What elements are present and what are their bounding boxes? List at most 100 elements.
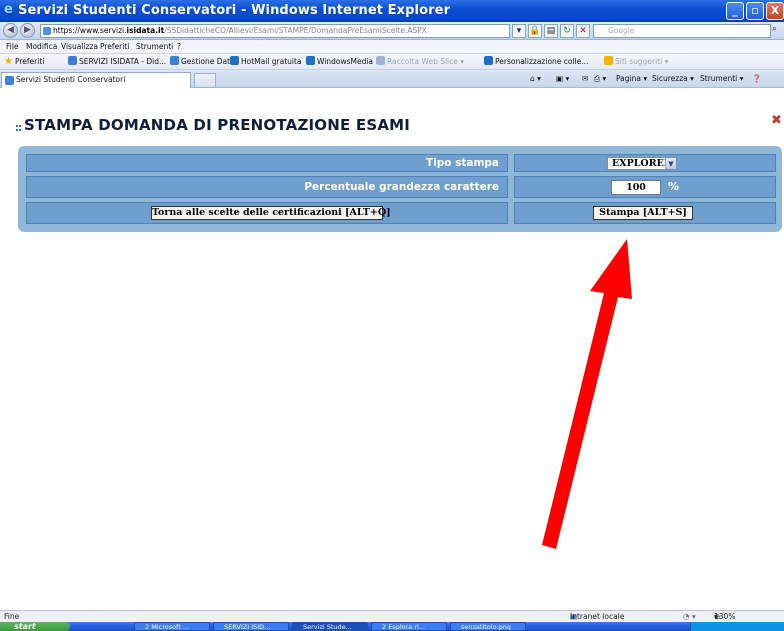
print-button-cell: Stampa [ALT+S] xyxy=(514,202,776,224)
fav-hotmail[interactable]: HotMail gratuita xyxy=(230,54,302,70)
msn-icon xyxy=(306,56,315,65)
taskbar-item[interactable]: senzatitolo.png xyxy=(450,622,526,631)
url-prefix: https://www.servizi. xyxy=(53,26,127,35)
back-icon[interactable]: ◀ xyxy=(3,23,18,38)
tab-servizi-studenti[interactable]: Servizi Studenti Conservatori xyxy=(1,72,191,88)
favorites-label: Preferiti xyxy=(14,57,45,66)
url-input[interactable]: https://www.servizi.isidata.it/SSDidatti… xyxy=(40,24,510,38)
window-title: Servizi Studenti Conservatori - Windows … xyxy=(18,3,451,18)
arrow-shape xyxy=(542,239,632,549)
compat-icon[interactable]: ▤ xyxy=(544,24,558,38)
command-security[interactable]: Sicurezza ▾ xyxy=(652,70,694,88)
menu-strumenti[interactable]: Strumenti xyxy=(136,40,173,54)
percent-sign: % xyxy=(668,180,680,193)
fav-label: SERVIZI ISIDATA - Did... xyxy=(79,57,167,66)
dropdown-icon[interactable]: ▾ xyxy=(512,24,526,38)
ie-page-icon xyxy=(376,56,385,65)
minimize-button[interactable]: _ xyxy=(726,2,744,20)
back-button-cell: Torna alle scelte delle certificazioni [… xyxy=(26,202,508,224)
print-form-panel: Tipo stampa EXPLORER ▼ Percentuale grand… xyxy=(18,146,782,232)
window-title-bar: e Servizi Studenti Conservatori - Window… xyxy=(0,0,784,22)
font-size-value-cell: 100 % xyxy=(514,176,776,198)
zone-label: Intranet locale xyxy=(570,612,625,621)
zoom-level: 130% xyxy=(714,612,736,621)
font-size-label-cell: Percentuale grandezza carattere xyxy=(26,176,508,198)
menu-file[interactable]: File xyxy=(6,40,19,54)
page-icon xyxy=(43,27,51,35)
taskbar-item[interactable]: SERVIZI ISID... xyxy=(213,622,289,631)
fav-personalizzazione[interactable]: Personalizzazione colle... xyxy=(484,54,588,70)
print-type-label: Tipo stampa xyxy=(425,157,499,169)
url-domain: isidata.it xyxy=(126,26,165,35)
msn-icon xyxy=(230,56,239,65)
font-size-label: Percentuale grandezza carattere xyxy=(304,181,499,193)
command-page[interactable]: Pagina ▾ xyxy=(616,70,647,88)
menu-preferiti[interactable]: Preferiti xyxy=(100,40,129,54)
fav-siti-suggeriti[interactable]: Siti suggeriti ▾ xyxy=(604,54,668,70)
command-tools[interactable]: Strumenti ▾ xyxy=(700,70,743,88)
forward-icon[interactable]: ▶ xyxy=(20,23,35,38)
heading-bullet-icon xyxy=(16,125,21,131)
close-page-icon[interactable]: ✖ xyxy=(771,113,782,128)
annotation-arrow xyxy=(542,239,632,549)
menu-visualizza[interactable]: Visualizza xyxy=(61,40,98,54)
address-bar: ◀ ▶ https://www.servizi.isidata.it/SSDid… xyxy=(0,22,784,40)
start-button[interactable]: start xyxy=(0,622,70,631)
search-input[interactable]: Google xyxy=(593,24,771,38)
taskbar-item[interactable]: 2 Esplora ri... xyxy=(371,622,447,631)
fav-windowsmedia[interactable]: WindowsMedia xyxy=(306,54,373,70)
favorites-button[interactable]: ★ Preferiti xyxy=(4,54,44,70)
fav-label: Gestione Dati xyxy=(181,57,233,66)
mail-icon[interactable]: ✉ xyxy=(582,70,588,88)
msn-icon xyxy=(484,56,493,65)
refresh-icon[interactable]: ↻ xyxy=(560,24,574,38)
new-tab-button[interactable] xyxy=(194,73,216,88)
print-type-select[interactable]: EXPLORER ▼ xyxy=(607,157,677,170)
menu-help[interactable]: ? xyxy=(177,40,181,54)
lock-icon[interactable]: 🔒 xyxy=(528,24,542,38)
fav-label: HotMail gratuita xyxy=(241,57,302,66)
status-text: Fine xyxy=(4,612,20,621)
home-icon[interactable]: ⌂ ▾ xyxy=(530,70,541,88)
maximize-button[interactable]: ▫ xyxy=(746,2,764,20)
print-type-value-cell: EXPLORER ▼ xyxy=(514,154,776,172)
fav-web-slice[interactable]: Raccolta Web Slice ▾ xyxy=(376,54,464,70)
page-title: STAMPA DOMANDA DI PRENOTAZIONE ESAMI xyxy=(24,116,411,134)
suggested-sites-icon xyxy=(604,56,613,65)
back-to-certifications-button[interactable]: Torna alle scelte delle certificazioni [… xyxy=(151,206,391,220)
system-tray xyxy=(690,622,784,631)
print-button[interactable]: Stampa [ALT+S] xyxy=(593,206,693,220)
print-icon[interactable]: ⎙ ▾ xyxy=(594,70,606,88)
fav-label: Siti suggeriti ▾ xyxy=(615,57,669,66)
taskbar-item-active[interactable]: Servizi Stude... xyxy=(292,622,368,631)
ie-logo-icon: e xyxy=(4,2,13,17)
favorites-bar: ★ Preferiti SERVIZI ISIDATA - Did... Gest… xyxy=(0,54,784,70)
tab-label: Servizi Studenti Conservatori xyxy=(16,75,126,84)
zoom-control[interactable]: ⊕ 130% ▾ xyxy=(714,611,735,622)
protected-mode-icon[interactable]: ◔ ▾ xyxy=(683,611,696,622)
star-icon: ★ xyxy=(4,56,13,67)
fav-label: Personalizzazione colle... xyxy=(495,57,589,66)
status-bar: Fine ▣ Intranet locale ◔ ▾ ⊕ 130% ▾ xyxy=(0,610,784,622)
fav-gestione-dati[interactable]: Gestione Dati xyxy=(170,54,232,70)
fav-label: WindowsMedia xyxy=(317,57,374,66)
fav-isidata[interactable]: SERVIZI ISIDATA - Did... xyxy=(68,54,166,70)
print-type-value: EXPLORER xyxy=(612,158,672,169)
fav-label: Raccolta Web Slice ▾ xyxy=(387,57,465,66)
url-path: /SSDidatticheCO/Allievi/Esami/STAMPE/Dom… xyxy=(164,26,427,35)
search-icon[interactable]: ⌕ xyxy=(772,24,784,38)
menu-modifica[interactable]: Modifica xyxy=(26,40,57,54)
print-type-label-cell: Tipo stampa xyxy=(26,154,508,172)
ie-page-icon xyxy=(68,56,77,65)
chevron-down-icon[interactable]: ▼ xyxy=(665,158,676,169)
ie-page-icon xyxy=(5,76,14,85)
page-content: STAMPA DOMANDA DI PRENOTAZIONE ESAMI ✖ T… xyxy=(0,89,784,610)
feeds-icon[interactable]: ▣ ▾ xyxy=(556,70,569,88)
ie-page-icon xyxy=(170,56,179,65)
taskbar-item[interactable]: 2 Microsoft ... xyxy=(134,622,210,631)
help-icon[interactable]: ❓ xyxy=(752,70,761,88)
close-window-button[interactable]: X xyxy=(766,2,784,20)
stop-icon[interactable]: ✕ xyxy=(576,24,590,38)
menu-bar: File Modifica Visualizza Preferiti Strum… xyxy=(0,40,784,54)
font-size-input[interactable]: 100 xyxy=(611,180,661,195)
